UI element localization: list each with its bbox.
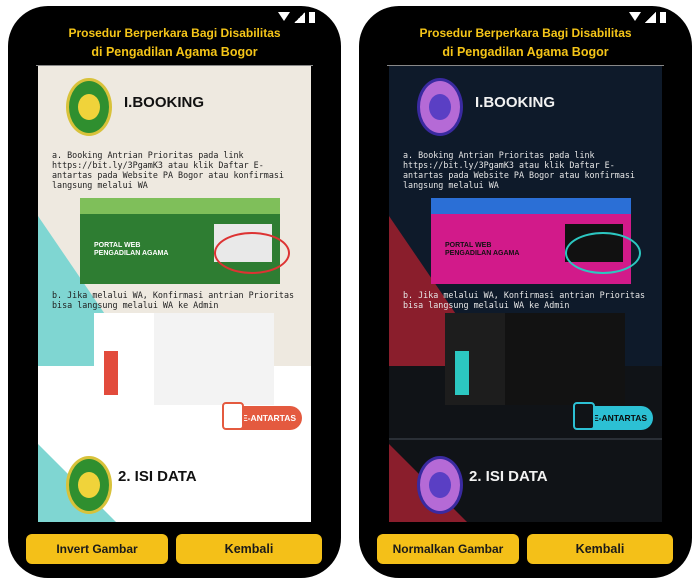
status-bar xyxy=(629,10,666,24)
screenshot-caption: PORTAL WEB PENGADILAN AGAMA xyxy=(94,242,169,257)
website-screenshot: PORTAL WEB PENGADILAN AGAMA xyxy=(80,198,290,284)
step-b-text: b. Jika melalui WA, Konfirmasi antrian P… xyxy=(403,290,646,310)
section-divider xyxy=(38,438,311,440)
back-button[interactable]: Kembali xyxy=(176,534,322,564)
phone-inverted: Prosedur Berperkara Bagi Disabilitas di … xyxy=(359,6,692,578)
highlight-ring xyxy=(214,232,290,274)
phone-normal: Prosedur Berperkara Bagi Disabilitas di … xyxy=(8,6,341,578)
battery-icon xyxy=(309,11,315,23)
procedure-image[interactable]: I.BOOKING a. Booking Antrian Prioritas p… xyxy=(38,66,311,522)
court-logo-icon xyxy=(66,456,112,514)
court-logo-icon xyxy=(417,456,463,514)
wifi-icon xyxy=(278,11,290,23)
court-logo-icon xyxy=(417,78,463,136)
procedure-image[interactable]: I.BOOKING a. Booking Antrian Prioritas p… xyxy=(389,66,662,522)
document-icon xyxy=(573,402,595,430)
highlight-ring xyxy=(565,232,641,274)
page-title: Prosedur Berperkara Bagi Disabilitas di … xyxy=(419,26,632,59)
step-a-text: a. Booking Antrian Prioritas pada link h… xyxy=(52,150,284,190)
wifi-icon xyxy=(629,11,641,23)
step-a-text: a. Booking Antrian Prioritas pada link h… xyxy=(403,150,635,190)
normalize-image-button[interactable]: Normalkan Gambar xyxy=(377,534,519,564)
whatsapp-screenshot xyxy=(445,313,625,405)
screenshot-caption: PORTAL WEB PENGADILAN AGAMA xyxy=(445,242,520,257)
website-screenshot: PORTAL WEB PENGADILAN AGAMA xyxy=(431,198,641,284)
page-title: Prosedur Berperkara Bagi Disabilitas di … xyxy=(68,26,281,59)
signal-icon xyxy=(645,11,656,23)
court-logo-icon xyxy=(66,78,112,136)
section-heading: 2. ISI DATA xyxy=(118,468,197,485)
step-b-text: b. Jika melalui WA, Konfirmasi antrian P… xyxy=(52,290,295,310)
battery-icon xyxy=(660,11,666,23)
signal-icon xyxy=(294,11,305,23)
status-bar xyxy=(278,10,315,24)
section-heading: I.BOOKING xyxy=(124,94,205,111)
invert-image-button[interactable]: Invert Gambar xyxy=(26,534,168,564)
back-button[interactable]: Kembali xyxy=(527,534,673,564)
section-divider xyxy=(389,438,662,440)
document-icon xyxy=(222,402,244,430)
section-heading: 2. ISI DATA xyxy=(469,468,548,485)
whatsapp-screenshot xyxy=(94,313,274,405)
section-heading: I.BOOKING xyxy=(475,94,556,111)
